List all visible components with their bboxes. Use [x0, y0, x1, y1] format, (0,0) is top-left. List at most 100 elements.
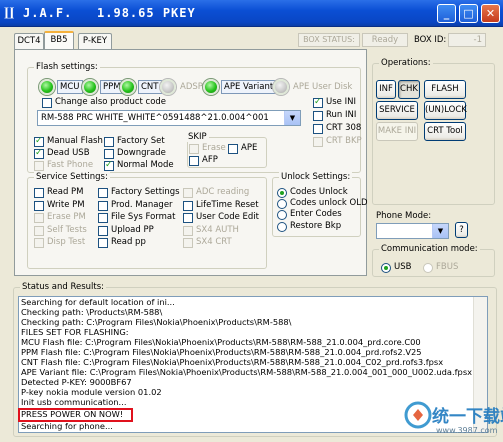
service-settings-title: Service Settings:	[34, 172, 110, 182]
checkbox-icon	[34, 187, 44, 198]
skip-erase-checkbox: Erase	[189, 143, 226, 154]
checkbox-icon	[34, 237, 44, 248]
fast-phone-checkbox: Fast Phone	[34, 160, 93, 171]
radio-icon	[381, 262, 391, 273]
tab-dct4[interactable]: DCT4	[14, 33, 44, 50]
checkbox-icon	[34, 160, 44, 171]
led-icon	[160, 79, 176, 95]
write-pm-checkbox[interactable]: Write PM	[34, 200, 85, 211]
checkbox-icon	[104, 160, 114, 171]
mcu-led[interactable]: MCU	[39, 79, 83, 95]
enter-codes-radio[interactable]: Enter Codes	[277, 209, 342, 220]
cnt-led[interactable]: CNT	[120, 79, 162, 95]
factory-settings-checkbox[interactable]: Factory Settings	[98, 187, 180, 198]
checkbox-icon	[183, 200, 193, 211]
file-sys-format-checkbox[interactable]: File Sys Format	[98, 212, 175, 223]
crt-bkp-checkbox: CRT BKP	[313, 136, 362, 147]
product-code-combo[interactable]: RM-588 PRC WHITE_WHITE^0591488^21.0.004^…	[37, 110, 301, 126]
phone-mode-combo[interactable]: ▼	[376, 223, 449, 239]
box-status-value: Ready	[362, 33, 408, 47]
chevron-down-icon[interactable]: ▼	[284, 111, 300, 125]
radio-icon	[277, 187, 287, 198]
highlight-box	[18, 408, 133, 422]
box-id-value: -1	[448, 33, 486, 47]
watermark-url: www.3987.com	[436, 426, 498, 435]
phone-mode-label: Phone Mode:	[376, 211, 432, 221]
codes-unlock-old-radio[interactable]: Codes unlock OLD	[277, 198, 368, 209]
disp-test-checkbox: Disp Test	[34, 237, 85, 248]
tab-pkey[interactable]: P-KEY	[78, 33, 112, 50]
checkbox-icon	[313, 123, 323, 134]
change-product-code-checkbox[interactable]: Change also product code	[42, 97, 166, 108]
radio-icon	[423, 262, 433, 273]
led-icon	[39, 79, 55, 95]
downgrade-checkbox[interactable]: Downgrade	[104, 148, 166, 159]
led-icon	[273, 79, 289, 95]
checkbox-icon	[34, 225, 44, 236]
checkbox-icon	[313, 136, 323, 147]
checkbox-icon	[228, 143, 238, 154]
ape-variant-led[interactable]: APE Variant	[203, 79, 277, 95]
service-button[interactable]: SERVICE	[376, 101, 418, 120]
led-icon	[203, 79, 219, 95]
checkbox-icon	[98, 212, 108, 223]
maximize-button[interactable]: □	[459, 4, 478, 23]
checkbox-icon	[104, 136, 114, 147]
chevron-down-icon[interactable]: ▼	[432, 224, 448, 238]
upload-pp-checkbox[interactable]: Upload PP	[98, 225, 154, 236]
checkbox-icon	[34, 200, 44, 211]
inf-button[interactable]: INF	[376, 80, 396, 99]
normal-mode-checkbox[interactable]: Normal Mode	[104, 160, 174, 171]
window-title: J.A.F. 1.98.65 PKEY	[23, 6, 196, 20]
status-results-title: Status and Results:	[20, 282, 107, 292]
use-ini-checkbox[interactable]: Use INI	[313, 97, 356, 108]
usb-radio[interactable]: USB	[381, 262, 411, 273]
codes-unlock-radio[interactable]: Codes Unlock	[277, 187, 348, 198]
radio-icon	[277, 198, 287, 209]
checkbox-icon	[313, 110, 323, 121]
ppm-led[interactable]: PPM	[82, 79, 124, 95]
checkbox-icon	[98, 200, 108, 211]
fbus-radio: FBUS	[423, 262, 458, 273]
read-pp-checkbox[interactable]: Read pp	[98, 237, 146, 248]
led-icon	[120, 79, 136, 95]
checkbox-icon	[183, 187, 193, 198]
checkbox-icon	[189, 155, 199, 166]
user-code-edit-checkbox[interactable]: User Code Edit	[183, 212, 259, 223]
factory-set-checkbox[interactable]: Factory Set	[104, 136, 165, 147]
sx4-crt-checkbox: SX4 CRT	[183, 237, 232, 248]
restore-bkp-radio[interactable]: Restore Bkp	[277, 221, 341, 232]
skip-ape-checkbox[interactable]: APE	[228, 143, 257, 154]
erase-pm-checkbox: Erase PM	[34, 212, 86, 223]
help-button[interactable]: ?	[455, 222, 468, 238]
checkbox-icon	[98, 237, 108, 248]
crt-tool-button[interactable]: CRT Tool	[424, 122, 466, 141]
title-bar[interactable]: ∐ J.A.F. 1.98.65 PKEY _ □ ✕	[0, 0, 503, 27]
box-status-label: BOX STATUS:	[298, 33, 360, 47]
adsp-led: ADSP	[160, 79, 205, 95]
run-ini-checkbox[interactable]: Run INI	[313, 110, 356, 121]
operations-title: Operations:	[379, 58, 433, 68]
crt308-checkbox[interactable]: CRT 308	[313, 123, 361, 134]
unlock-button[interactable]: (UN)LOCK	[424, 101, 467, 120]
dead-usb-checkbox[interactable]: Dead USB	[34, 148, 90, 159]
checkbox-icon	[98, 187, 108, 198]
close-button[interactable]: ✕	[481, 4, 500, 23]
box-id-label: BOX ID:	[414, 35, 447, 45]
skip-afp-checkbox[interactable]: AFP	[189, 155, 218, 166]
flash-button[interactable]: FLASH	[424, 80, 466, 99]
prod-manager-checkbox[interactable]: Prod. Manager	[98, 200, 173, 211]
read-pm-checkbox[interactable]: Read PM	[34, 187, 84, 198]
chk-button[interactable]: CHK	[398, 80, 420, 99]
checkbox-icon	[183, 212, 193, 223]
lifetime-reset-checkbox[interactable]: LifeTime Reset	[183, 200, 259, 211]
minimize-button[interactable]: _	[437, 4, 456, 23]
checkbox-icon	[34, 148, 44, 159]
checkbox-icon	[42, 97, 52, 108]
self-tests-checkbox: Self Tests	[34, 225, 87, 236]
ape-user-disk-led: APE User Disk	[273, 79, 354, 95]
tab-bb5[interactable]: BB5	[44, 31, 74, 50]
log-line: Init usb communication...	[21, 397, 127, 407]
checkbox-icon	[189, 143, 199, 154]
manual-flash-checkbox[interactable]: Manual Flash	[34, 136, 103, 147]
